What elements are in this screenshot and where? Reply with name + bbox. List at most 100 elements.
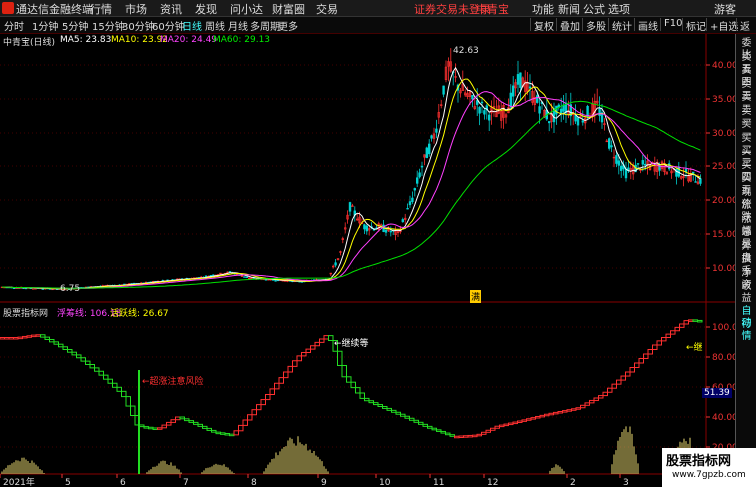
candle-body bbox=[617, 160, 621, 166]
candle-body bbox=[389, 230, 392, 233]
indicator-step bbox=[454, 435, 460, 439]
indicator-step bbox=[220, 432, 226, 435]
indicator-step bbox=[166, 421, 172, 426]
right-note: ←继 bbox=[686, 343, 703, 353]
candle-body bbox=[643, 163, 647, 166]
indicator-step bbox=[395, 411, 401, 415]
indicator-step bbox=[499, 424, 505, 428]
candle-body bbox=[471, 95, 474, 100]
candle-body bbox=[480, 101, 484, 104]
indicator-step bbox=[35, 334, 41, 337]
indicator-step bbox=[382, 406, 388, 409]
axes: 40.0035.0030.0025.0020.0015.0010.00100.0… bbox=[0, 61, 738, 487]
indicator-step bbox=[341, 365, 347, 378]
date-label: 6 bbox=[120, 478, 126, 487]
indicator-step bbox=[323, 335, 329, 340]
indicator-step bbox=[197, 423, 203, 427]
indicator-step bbox=[260, 399, 266, 406]
indicator-step bbox=[683, 320, 689, 325]
ma20-label: MA20: 24.49 bbox=[160, 35, 218, 45]
event-marker[interactable]: 满 bbox=[470, 290, 482, 303]
indicator-step bbox=[62, 346, 68, 350]
candle-body bbox=[401, 219, 404, 223]
indicator-step bbox=[161, 424, 167, 429]
candle-body bbox=[427, 143, 431, 155]
indicator-step bbox=[0, 337, 5, 340]
candle-body bbox=[420, 165, 424, 168]
candle-body bbox=[418, 172, 421, 178]
indicator-step bbox=[521, 419, 527, 422]
indicator-step bbox=[665, 333, 671, 338]
watermark-url: www.7gpzb.com bbox=[672, 470, 746, 480]
candle-body bbox=[406, 207, 409, 210]
side-item[interactable]: 收益 bbox=[737, 281, 756, 305]
indicator-step bbox=[418, 421, 424, 425]
indicator-step bbox=[503, 423, 509, 427]
indicator-step bbox=[67, 349, 73, 353]
indicator-step bbox=[517, 420, 523, 423]
indicator-step bbox=[364, 397, 370, 402]
candle-body bbox=[511, 85, 515, 97]
candle-body bbox=[547, 121, 551, 124]
indicator-step bbox=[278, 377, 284, 384]
indicator-step bbox=[107, 378, 113, 384]
indicator-step bbox=[413, 419, 419, 423]
indicator-step bbox=[179, 416, 185, 420]
indicator-step bbox=[89, 364, 95, 369]
indicator-step bbox=[625, 371, 631, 377]
candle-body bbox=[245, 276, 248, 278]
date-label: 10 bbox=[379, 478, 391, 487]
candle-body bbox=[487, 114, 491, 121]
candle-body bbox=[694, 181, 697, 183]
indicator-step bbox=[49, 338, 55, 343]
candle-body bbox=[624, 168, 628, 179]
indicator-bars bbox=[1, 426, 701, 474]
indicator-step bbox=[251, 409, 257, 416]
indicator-step bbox=[337, 350, 343, 366]
candle-body bbox=[535, 95, 539, 103]
indicator-step bbox=[116, 386, 122, 392]
indicator-step bbox=[575, 407, 581, 410]
chart-canvas[interactable]: 40.0035.0030.0025.0020.0015.0010.00100.0… bbox=[0, 0, 756, 487]
indicator-step bbox=[229, 433, 235, 437]
candle-body bbox=[581, 120, 585, 123]
indicator-step bbox=[224, 433, 230, 436]
candle-body bbox=[348, 202, 352, 212]
indicator-step bbox=[377, 404, 383, 408]
indicator-step bbox=[269, 388, 275, 395]
indicator-step bbox=[184, 418, 190, 422]
side-bottom-item[interactable]: 行情 bbox=[737, 319, 756, 343]
date-label: 2021年 bbox=[3, 476, 35, 487]
indicator-step bbox=[602, 391, 608, 397]
candle-body bbox=[411, 197, 414, 202]
indicator-step bbox=[22, 335, 28, 339]
indicator-step bbox=[697, 319, 703, 323]
indicator-step bbox=[526, 418, 532, 421]
candle-body bbox=[576, 117, 580, 126]
indicator-step bbox=[598, 395, 604, 399]
candle-body bbox=[334, 262, 337, 266]
indicator-step bbox=[467, 434, 473, 438]
indicator-step bbox=[692, 319, 698, 322]
candle-body bbox=[641, 160, 645, 165]
indicator-step bbox=[4, 337, 10, 340]
indicator-step bbox=[580, 404, 586, 409]
indicator-step bbox=[386, 407, 392, 411]
continue-note: ←继续等 bbox=[334, 339, 369, 349]
indicator-step bbox=[616, 379, 622, 385]
candle-body bbox=[619, 165, 623, 171]
indicator-step bbox=[346, 376, 352, 383]
indicator-step bbox=[206, 427, 212, 431]
indicator-step bbox=[593, 397, 599, 401]
indicator-step bbox=[670, 330, 676, 335]
indicator-step bbox=[490, 427, 496, 431]
date-label: 7 bbox=[183, 478, 189, 487]
indicator-step bbox=[445, 432, 451, 436]
indicator-step bbox=[557, 411, 563, 414]
indicator-step bbox=[188, 420, 194, 423]
active-line: 活跃线: 26.67 bbox=[110, 309, 169, 319]
indicator-step bbox=[287, 365, 293, 373]
candle-body bbox=[610, 145, 613, 148]
date-label: 9 bbox=[321, 478, 327, 487]
indicator-step bbox=[58, 343, 64, 348]
